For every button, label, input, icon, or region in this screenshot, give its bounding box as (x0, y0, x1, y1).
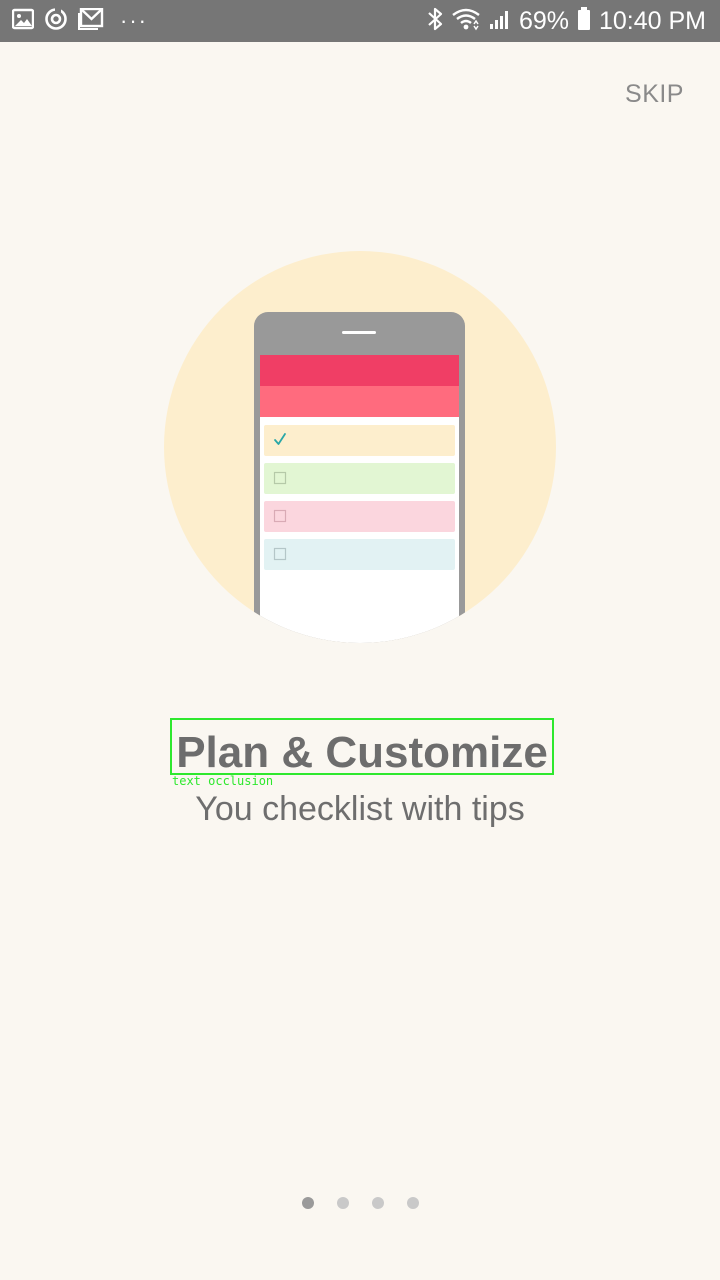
bluetooth-icon (427, 6, 443, 37)
system-icons: 69% 10:40 PM (427, 6, 706, 36)
occlusion-annotation-box (170, 718, 554, 775)
gmail-icon (78, 7, 104, 35)
more-notifications: ··· (120, 8, 148, 33)
gallery-icon (11, 8, 35, 35)
occlusion-annotation-label: text occlusion (172, 774, 274, 788)
page-dot-1[interactable] (301, 1197, 314, 1209)
phone-illustration (254, 312, 465, 643)
page-dot-4[interactable] (406, 1197, 419, 1209)
onboarding-illustration (164, 251, 556, 643)
skip-button[interactable]: SKIP (625, 80, 684, 109)
page-dot-3[interactable] (371, 1197, 384, 1209)
battery-percentage: 69% (518, 7, 569, 35)
clock: 10:40 PM (598, 7, 706, 35)
page-dot-2[interactable] (336, 1197, 349, 1209)
notification-icons: ··· (11, 6, 148, 36)
battery-icon (577, 6, 591, 36)
page-indicator (0, 1197, 720, 1211)
signal-icon (489, 8, 511, 35)
wifi-icon (451, 7, 481, 36)
sync-icon (44, 6, 68, 36)
status-bar: ··· 69% 10:40 PM (0, 0, 720, 42)
onboarding-subtitle: You checklist with tips (195, 790, 525, 828)
